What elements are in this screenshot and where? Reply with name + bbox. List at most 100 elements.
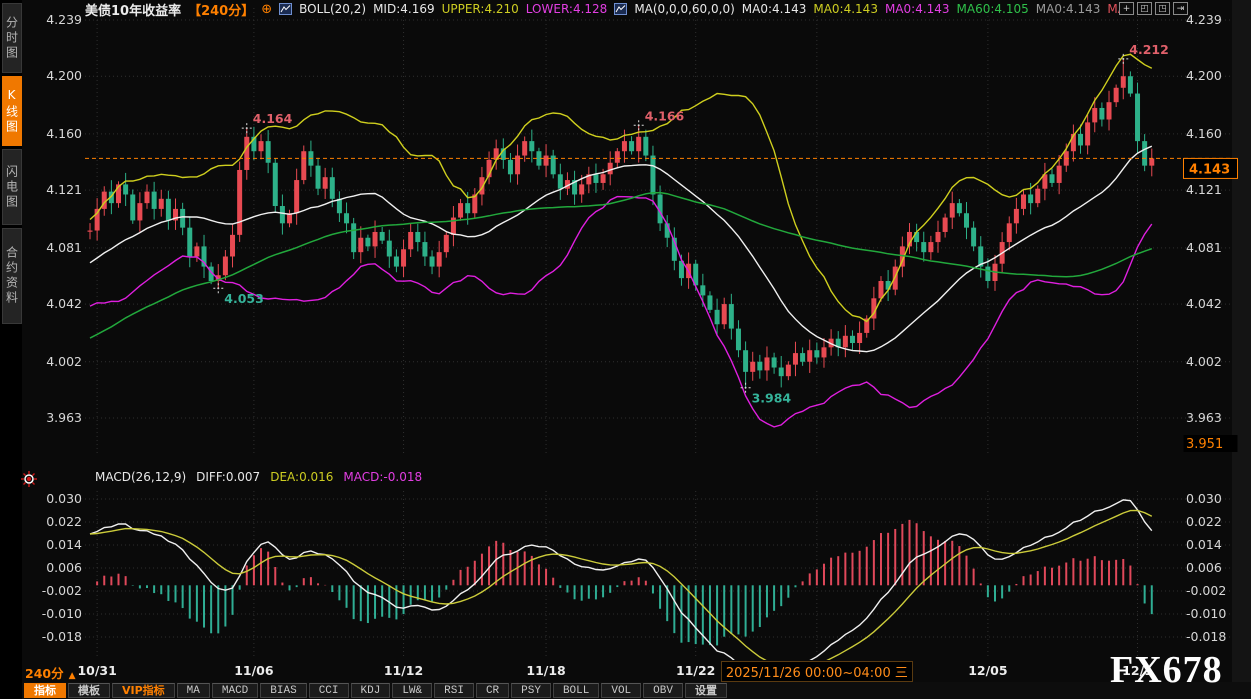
price-tick-left: 4.239 (46, 12, 82, 27)
toolbar-indicator-cr[interactable]: CR (476, 683, 509, 698)
price-tick-right: 4.121 (1186, 182, 1222, 197)
macd-tick-right: -0.002 (1186, 583, 1226, 598)
app-window: 4.1433.9514.0534.1644.1663.9844.2124.239… (0, 0, 1251, 699)
toolbar-vip-indicator-button[interactable]: VIP指标 (112, 683, 175, 698)
macd-tick-left: -0.002 (42, 583, 82, 598)
extreme-price-label: 4.166 (645, 108, 685, 123)
ma2-value: MA0:4.143 (813, 2, 878, 16)
candlestick-layer (88, 59, 1155, 388)
boll-indicator-icon[interactable] (279, 3, 292, 15)
sidebar-tab-contract-info[interactable]: 合约资料 (2, 228, 22, 324)
toolbar-indicator-lw[interactable]: LW& (392, 683, 432, 698)
price-tick-left: 4.042 (46, 296, 82, 311)
toolbar-tab-indicator[interactable]: 指标 (24, 683, 66, 698)
indicator-settings-icon[interactable] (21, 471, 37, 487)
toolbar-indicator-bias[interactable]: BIAS (260, 683, 306, 698)
macd-tick-left: 0.022 (46, 514, 82, 529)
extreme-marker (634, 120, 644, 130)
ma-indicator-icon[interactable] (614, 3, 627, 15)
annotation-layer: 4.1433.9514.0534.1644.1663.9844.212 (85, 42, 1238, 452)
scale-low-label: 3.951 (1186, 437, 1223, 452)
macd-tick-right: 0.014 (1186, 537, 1222, 552)
sidebar-tab-flash[interactable]: 闪电图 (2, 149, 22, 225)
toolbar-indicator-macd[interactable]: MACD (212, 683, 258, 698)
price-tick-right: 4.200 (1186, 68, 1222, 83)
grid-layer (85, 8, 1232, 658)
ma-group-label: MA(0,0,0,60,0,0) (634, 2, 734, 16)
macd-value: MACD:-0.018 (343, 470, 422, 486)
price-tick-right: 4.160 (1186, 126, 1222, 141)
macd-lines-layer (90, 500, 1152, 678)
toolbar-indicator-obv[interactable]: OBV (643, 683, 683, 698)
axis-labels-layer: 4.2394.2394.2004.2004.1604.1604.1214.121… (42, 12, 1227, 644)
macd-tick-right: -0.010 (1186, 606, 1226, 621)
sidebar-tab-timeline[interactable]: 分时图 (2, 3, 22, 73)
extreme-marker (242, 123, 252, 133)
price-tick-left: 4.160 (46, 126, 82, 141)
boll-label: BOLL(20,2) (299, 2, 366, 16)
macd-tick-right: -0.018 (1186, 629, 1226, 644)
price-tick-left: 4.200 (46, 68, 82, 83)
macd-title: MACD(26,12,9) (95, 470, 186, 486)
period-dropdown-arrow: ▲ (69, 671, 76, 681)
macd-tick-left: 0.030 (46, 491, 82, 506)
sidebar-tab-kline[interactable]: K线图 (2, 76, 22, 146)
toolbar-indicator-ma[interactable]: MA (177, 683, 210, 698)
price-tick-right: 3.963 (1186, 410, 1222, 425)
macd-header-row: MACD(26,12,9) DIFF:0.007 DEA:0.016 MACD:… (95, 470, 422, 486)
price-tick-right: 4.042 (1186, 296, 1222, 311)
macd-tick-right: 0.022 (1186, 514, 1222, 529)
exit-right-icon[interactable]: ⇥ (1173, 2, 1188, 15)
macd-diff-value: DIFF:0.007 (196, 470, 260, 486)
macd-dea-value: DEA:0.016 (270, 470, 333, 486)
macd-tick-left: -0.010 (42, 606, 82, 621)
macd-tick-left: 0.006 (46, 560, 82, 575)
toolbar-indicator-kdj[interactable]: KDJ (351, 683, 391, 698)
ma5-value: MA0:4.143 (1036, 2, 1101, 16)
x-axis-date: 12/05 (968, 663, 1007, 678)
axis-scale-icon[interactable]: ◰ (1137, 2, 1152, 15)
macd-histogram-layer (90, 520, 1152, 646)
extreme-price-label: 4.212 (1129, 42, 1169, 57)
price-tick-left: 4.002 (46, 354, 82, 369)
indicator-toolbar: 指标 模板 VIP指标 MAMACDBIASCCIKDJLW&RSICRPSYB… (22, 682, 1251, 699)
toolbar-indicator-boll[interactable]: BOLL (553, 683, 599, 698)
toolbar-indicator-psy[interactable]: PSY (511, 683, 551, 698)
ma1-value: MA0:4.143 (742, 2, 807, 16)
crosshair-icon[interactable]: + (1119, 2, 1134, 15)
macd-tick-right: 0.006 (1186, 560, 1222, 575)
ma60-value: MA60:4.105 (957, 2, 1029, 16)
extreme-price-label: 4.053 (224, 291, 264, 306)
chart-header: 美债10年收益率 【240分】 ⊕ BOLL(20,2) MID:4.169 U… (85, 1, 1126, 17)
price-tick-right: 4.002 (1186, 354, 1222, 369)
toolbar-indicator-cci[interactable]: CCI (309, 683, 349, 698)
toolbar-indicator-rsi[interactable]: RSI (434, 683, 474, 698)
chart-canvas[interactable]: 4.1433.9514.0534.1644.1663.9844.2124.239… (0, 0, 1251, 699)
ma3-value: MA0:4.143 (885, 2, 950, 16)
x-axis-date: 11/12 (384, 663, 423, 678)
selected-bar-timestamp: 2025/11/26 00:00~04:00 三 (721, 661, 913, 682)
x-axis-date: 11/22 (676, 663, 715, 678)
axis-pan-icon[interactable]: ◳ (1155, 2, 1170, 15)
x-axis-date: 11/18 (526, 663, 565, 678)
extreme-price-label: 3.984 (752, 391, 792, 406)
extreme-marker (741, 383, 751, 393)
period-selector[interactable]: 240分▲ (25, 663, 76, 682)
extreme-price-label: 4.164 (253, 111, 293, 126)
price-tick-right: 4.081 (1186, 240, 1222, 255)
x-axis-date: 10/31 (77, 663, 116, 678)
toolbar-tab-template[interactable]: 模板 (68, 683, 110, 698)
symbol-title: 美债10年收益率 (85, 0, 181, 19)
period-label[interactable]: 【240分】 (188, 0, 254, 19)
toolbar-settings-button[interactable]: 设置 (685, 683, 727, 698)
period-link-icon[interactable]: ⊕ (261, 3, 272, 16)
x-axis-date: 11/06 (234, 663, 273, 678)
price-tick-left: 3.963 (46, 410, 82, 425)
x-axis-row: 240分▲ 10/3111/0611/1211/1811/2212/0512/1… (0, 660, 1251, 681)
boll-upper-value: UPPER:4.210 (442, 2, 519, 16)
chart-type-sidebar: 分时图 K线图 闪电图 合约资料 (0, 0, 22, 699)
macd-tick-right: 0.030 (1186, 491, 1222, 506)
fx678-watermark: FX678 (1110, 648, 1223, 692)
toolbar-indicator-vol[interactable]: VOL (601, 683, 641, 698)
price-tick-right: 4.239 (1186, 12, 1222, 27)
